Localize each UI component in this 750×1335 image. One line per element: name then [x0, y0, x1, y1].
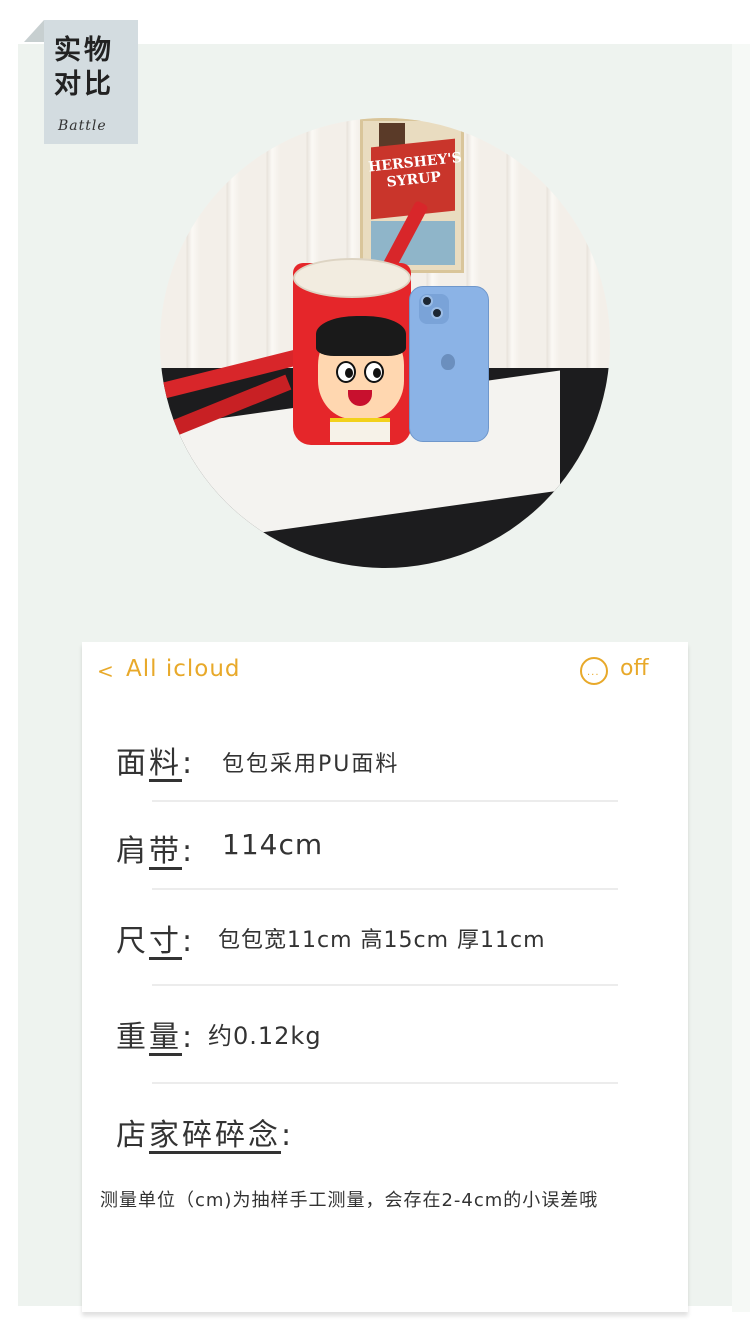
material-label: 面料: [116, 746, 196, 781]
mascot-shirt [330, 418, 390, 442]
measurement-note: 测量单位（cm)为抽样手工测量，会存在2-4cm的小误差哦 [100, 1190, 599, 1211]
tag-title: 实物对比 [54, 35, 114, 100]
row-divider [152, 1082, 618, 1084]
ellipsis-icon: ... [587, 667, 600, 678]
more-button[interactable]: ... [580, 657, 608, 685]
strap-label: 肩带: [116, 834, 196, 869]
off-status[interactable]: off [620, 656, 649, 681]
weight-label: 重量: [116, 1020, 196, 1055]
size-label: 尺寸: [116, 924, 196, 959]
background-edge [732, 44, 750, 1312]
row-divider [152, 800, 618, 802]
bag-lid [293, 258, 411, 298]
phone-lens-bottom [431, 307, 443, 319]
back-button[interactable]: All icloud [126, 656, 241, 682]
photo-poster: HERSHEY'S SYRUP [360, 118, 464, 273]
mascot-hair [316, 316, 406, 356]
product-photo: HERSHEY'S SYRUP [160, 118, 610, 568]
strap-value: 114cm [222, 828, 324, 861]
tag-subtitle: Battle [58, 118, 107, 134]
mascot-pupil-left [345, 368, 353, 378]
notes-card: < All icloud ... off 面料: 包包采用PU面料 肩带: 11… [82, 642, 688, 1312]
phone-lens-top [421, 295, 433, 307]
shop-notes-label: 店家碎碎念: [116, 1118, 295, 1153]
row-divider [152, 984, 618, 986]
apple-logo-icon [441, 354, 455, 370]
tag-fold [24, 20, 44, 42]
material-value: 包包采用PU面料 [222, 752, 400, 777]
row-divider [152, 888, 618, 890]
weight-value: 约0.12kg [208, 1022, 322, 1050]
size-value: 包包宽11cm 高15cm 厚11cm [218, 928, 546, 953]
back-chevron-icon[interactable]: < [97, 659, 114, 683]
section-tag: 实物对比 Battle [44, 20, 138, 144]
mascot-pupil-right [373, 368, 381, 378]
